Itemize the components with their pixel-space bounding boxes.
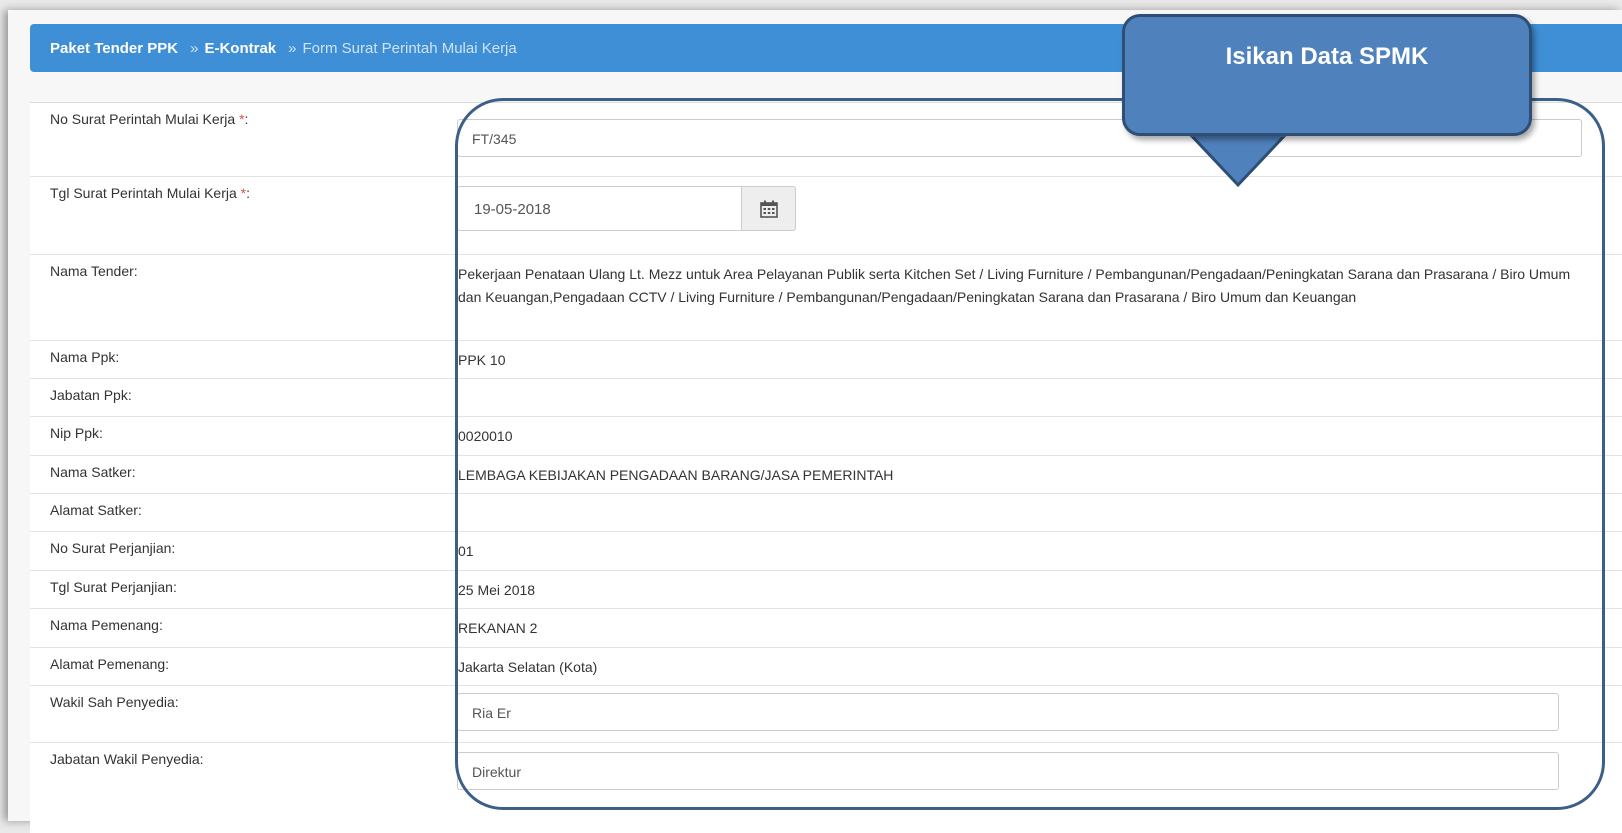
tgl-perjanjian-label: Tgl Surat Perjanjian: — [50, 579, 177, 595]
nama-satker-label: Nama Satker: — [50, 464, 136, 480]
nama-tender-label: Nama Tender: — [50, 263, 138, 279]
callout-text: Isikan Data SPMK — [1225, 43, 1429, 70]
form-row-nip-ppk: Nip Ppk: 0020010 — [30, 416, 1622, 455]
breadcrumb-separator: » — [288, 39, 297, 57]
wakil-sah-label: Wakil Sah Penyedia: — [50, 694, 179, 710]
form-row-alamat-satker: Alamat Satker: — [30, 493, 1622, 531]
calendar-icon — [759, 200, 778, 218]
nip-ppk-label: Nip Ppk: — [50, 425, 103, 441]
form-row-nama-satker: Nama Satker: LEMBAGA KEBIJAKAN PENGADAAN… — [30, 455, 1622, 493]
form-row-jabatan-wakil: Jabatan Wakil Penyedia: Direktur — [30, 742, 1622, 833]
form-row-nama-tender: Nama Tender: Pekerjaan Penataan Ulang Lt… — [30, 254, 1622, 340]
wakil-sah-input[interactable]: Ria Er — [457, 693, 1559, 731]
form-row-alamat-pemenang: Alamat Pemenang: Jakarta Selatan (Kota) — [30, 647, 1622, 685]
no-perjanjian-label: No Surat Perjanjian: — [50, 540, 176, 556]
breadcrumb-e-kontrak[interactable]: E-Kontrak — [204, 40, 276, 57]
callout-box: Isikan Data SPMK — [1122, 14, 1532, 136]
nama-ppk-value: PPK 10 — [458, 352, 506, 368]
form-row-tgl-spmk: Tgl Surat Perintah Mulai Kerja *: 19-05-… — [30, 176, 1622, 254]
breadcrumb-separator: » — [190, 39, 199, 57]
jabatan-wakil-input[interactable]: Direktur — [457, 752, 1559, 790]
nama-ppk-label: Nama Ppk: — [50, 349, 120, 365]
nama-satker-value: LEMBAGA KEBIJAKAN PENGADAAN BARANG/JASA … — [458, 467, 894, 483]
form-row-wakil-sah: Wakil Sah Penyedia: Ria Er — [30, 685, 1622, 742]
breadcrumb-paket-tender-ppk[interactable]: Paket Tender PPK — [50, 40, 178, 57]
tgl-spmk-label: Tgl Surat Perintah Mulai Kerja *: — [50, 185, 250, 201]
spmk-form: No Surat Perintah Mulai Kerja *: FT/345 … — [30, 102, 1622, 833]
calendar-button[interactable] — [741, 186, 796, 231]
alamat-pemenang-label: Alamat Pemenang: — [50, 656, 170, 672]
form-row-nama-pemenang: Nama Pemenang: REKANAN 2 — [30, 608, 1622, 647]
tgl-perjanjian-value: 25 Mei 2018 — [458, 582, 536, 598]
no-perjanjian-value: 01 — [458, 543, 474, 559]
jabatan-ppk-label: Jabatan Ppk: — [50, 387, 132, 403]
no-spmk-label: No Surat Perintah Mulai Kerja *: — [50, 111, 249, 127]
nama-pemenang-label: Nama Pemenang: — [50, 617, 163, 633]
tgl-spmk-input[interactable]: 19-05-2018 — [457, 186, 741, 231]
form-row-no-perjanjian: No Surat Perjanjian: 01 — [30, 531, 1622, 570]
nama-tender-value: Pekerjaan Penataan Ulang Lt. Mezz untuk … — [458, 266, 1571, 305]
callout-pointer — [1188, 132, 1288, 188]
form-row-nama-ppk: Nama Ppk: PPK 10 — [30, 340, 1622, 378]
form-row-tgl-perjanjian: Tgl Surat Perjanjian: 25 Mei 2018 — [30, 570, 1622, 608]
required-mark: * — [240, 185, 247, 201]
alamat-pemenang-value: Jakarta Selatan (Kota) — [458, 659, 598, 675]
required-mark: * — [239, 111, 245, 127]
nip-ppk-value: 0020010 — [458, 428, 513, 444]
tgl-spmk-date-picker: 19-05-2018 — [457, 186, 796, 231]
alamat-satker-label: Alamat Satker: — [50, 502, 142, 518]
breadcrumb-current-page: Form Surat Perintah Mulai Kerja — [302, 39, 517, 57]
form-row-jabatan-ppk: Jabatan Ppk: — [30, 378, 1622, 416]
jabatan-wakil-label: Jabatan Wakil Penyedia: — [50, 751, 204, 767]
nama-pemenang-value: REKANAN 2 — [458, 620, 538, 636]
